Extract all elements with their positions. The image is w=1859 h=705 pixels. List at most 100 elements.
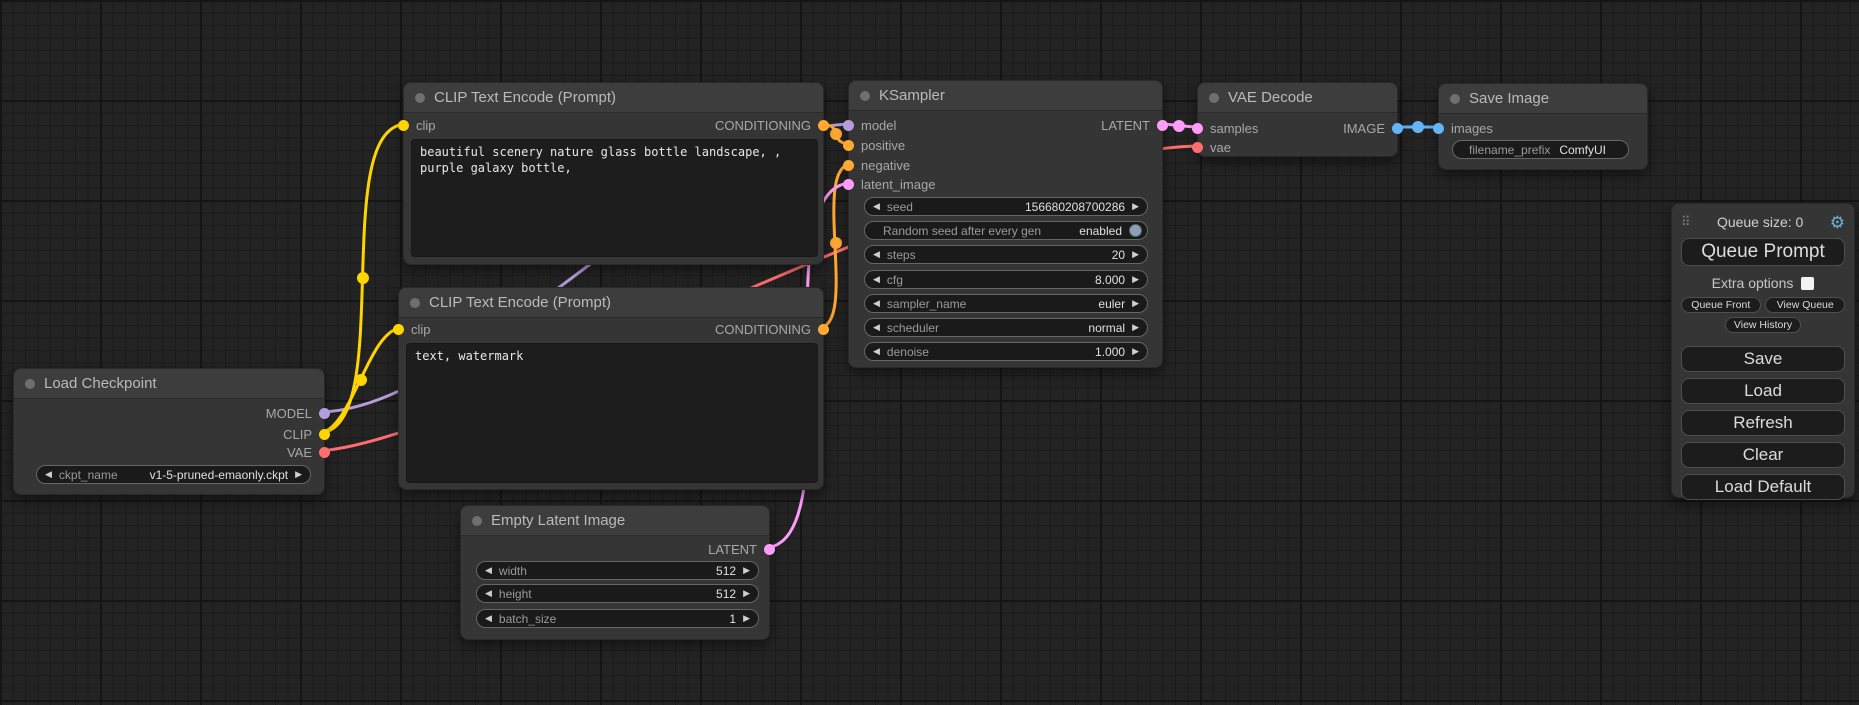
slot-image-output: IMAGE [1343, 118, 1403, 138]
latent-image-input-port[interactable] [843, 179, 854, 190]
scheduler-widget[interactable]: ◀ scheduler normal ▶ [864, 318, 1148, 337]
ckpt-name-widget[interactable]: ◀ ckpt_name v1-5-pruned-emaonly.ckpt ▶ [36, 465, 311, 484]
load-button[interactable]: Load [1681, 378, 1845, 404]
vae-input-port[interactable] [1192, 142, 1203, 153]
queue-prompt-button[interactable]: Queue Prompt [1681, 238, 1845, 266]
node-ksampler[interactable]: KSampler model positive negative latent_… [848, 80, 1163, 368]
node-save-image[interactable]: Save Image images filename_prefix ComfyU… [1438, 83, 1648, 170]
decrement-arrow-icon[interactable]: ◀ [873, 347, 880, 356]
slot-label: CONDITIONING [715, 322, 811, 337]
node-status-icon [415, 93, 425, 103]
node-graph-canvas[interactable]: Load Checkpoint MODEL CLIP VAE ◀ ckpt_na… [0, 0, 1859, 705]
model-output-port[interactable] [319, 408, 330, 419]
widget-label: batch_size [499, 612, 556, 626]
increment-arrow-icon[interactable]: ▶ [1132, 275, 1139, 284]
widget-label: filename_prefix [1469, 143, 1550, 157]
node-title-bar[interactable]: KSampler [849, 81, 1162, 111]
slot-latent-output: LATENT [708, 539, 775, 559]
positive-prompt-textarea[interactable]: beautiful scenery nature glass bottle la… [411, 139, 818, 257]
steps-widget[interactable]: ◀ steps 20 ▶ [864, 245, 1148, 264]
view-queue-button[interactable]: View Queue [1765, 297, 1845, 313]
widget-label: cfg [887, 273, 903, 287]
increment-arrow-icon[interactable]: ▶ [1132, 202, 1139, 211]
slot-label: MODEL [266, 406, 312, 421]
widget-label: denoise [887, 345, 929, 359]
increment-arrow-icon[interactable]: ▶ [743, 566, 750, 575]
random-seed-toggle-widget[interactable]: Random seed after every gen enabled [864, 221, 1148, 240]
node-clip-text-encode-positive[interactable]: CLIP Text Encode (Prompt) clip CONDITION… [403, 82, 824, 265]
toggle-knob-icon[interactable] [1129, 224, 1142, 237]
sampler-name-widget[interactable]: ◀ sampler_name euler ▶ [864, 294, 1148, 313]
decrement-arrow-icon[interactable]: ◀ [485, 589, 492, 598]
image-output-port[interactable] [1392, 123, 1403, 134]
wire-midpoint-dot [1173, 120, 1185, 132]
batch-size-widget[interactable]: ◀ batch_size 1 ▶ [476, 609, 759, 628]
slot-positive-input: positive [843, 135, 905, 155]
negative-prompt-textarea[interactable]: text, watermark [406, 343, 818, 483]
save-button[interactable]: Save [1681, 346, 1845, 372]
node-clip-text-encode-negative[interactable]: CLIP Text Encode (Prompt) clip CONDITION… [398, 287, 824, 490]
decrement-arrow-icon[interactable]: ◀ [873, 202, 880, 211]
node-title-bar[interactable]: CLIP Text Encode (Prompt) [404, 83, 823, 113]
clear-button[interactable]: Clear [1681, 442, 1845, 468]
decrement-arrow-icon[interactable]: ◀ [873, 299, 880, 308]
denoise-widget[interactable]: ◀ denoise 1.000 ▶ [864, 342, 1148, 361]
node-title-bar[interactable]: Empty Latent Image [461, 506, 769, 536]
decrement-arrow-icon[interactable]: ◀ [873, 250, 880, 259]
node-load-checkpoint[interactable]: Load Checkpoint MODEL CLIP VAE ◀ ckpt_na… [13, 368, 325, 495]
node-title-bar[interactable]: VAE Decode [1198, 83, 1397, 113]
filename-prefix-widget[interactable]: filename_prefix ComfyUI [1452, 140, 1629, 159]
queue-front-button[interactable]: Queue Front [1681, 297, 1761, 313]
increment-arrow-icon[interactable]: ▶ [743, 589, 750, 598]
node-status-icon [860, 91, 870, 101]
slot-vae-output: VAE [287, 442, 330, 462]
node-vae-decode[interactable]: VAE Decode samples vae IMAGE [1197, 82, 1398, 157]
clip-input-port[interactable] [393, 324, 404, 335]
node-title-bar[interactable]: Save Image [1439, 84, 1647, 114]
wire-midpoint-dot [355, 374, 367, 386]
clip-input-port[interactable] [398, 120, 409, 131]
node-title-bar[interactable]: CLIP Text Encode (Prompt) [399, 288, 823, 318]
slot-latent-image-input: latent_image [843, 174, 935, 194]
slot-label: images [1451, 121, 1493, 136]
drag-handle-icon[interactable]: ⠿ [1681, 214, 1691, 230]
increment-arrow-icon[interactable]: ▶ [295, 470, 302, 479]
load-default-button[interactable]: Load Default [1681, 474, 1845, 500]
conditioning-output-port[interactable] [818, 324, 829, 335]
increment-arrow-icon[interactable]: ▶ [1132, 299, 1139, 308]
samples-input-port[interactable] [1192, 123, 1203, 134]
model-input-port[interactable] [843, 120, 854, 131]
positive-input-port[interactable] [843, 140, 854, 151]
decrement-arrow-icon[interactable]: ◀ [485, 614, 492, 623]
refresh-button[interactable]: Refresh [1681, 410, 1845, 436]
decrement-arrow-icon[interactable]: ◀ [485, 566, 492, 575]
increment-arrow-icon[interactable]: ▶ [1132, 250, 1139, 259]
conditioning-output-port[interactable] [818, 120, 829, 131]
settings-gear-icon[interactable]: ⚙ [1830, 214, 1845, 231]
clip-output-port[interactable] [319, 429, 330, 440]
seed-widget[interactable]: ◀ seed 156680208700286 ▶ [864, 197, 1148, 216]
negative-input-port[interactable] [843, 160, 854, 171]
latent-output-port[interactable] [764, 544, 775, 555]
node-empty-latent-image[interactable]: Empty Latent Image LATENT ◀ width 512 ▶ … [460, 505, 770, 640]
queue-size-label: Queue size: 0 [1691, 214, 1830, 230]
latent-output-port[interactable] [1157, 120, 1168, 131]
widget-value: euler [1098, 297, 1125, 311]
decrement-arrow-icon[interactable]: ◀ [45, 470, 52, 479]
cfg-widget[interactable]: ◀ cfg 8.000 ▶ [864, 270, 1148, 289]
extra-options-checkbox[interactable] [1801, 277, 1814, 290]
decrement-arrow-icon[interactable]: ◀ [873, 323, 880, 332]
wire-midpoint-dot [830, 128, 842, 140]
widget-value: 8.000 [1095, 273, 1125, 287]
view-history-button[interactable]: View History [1725, 317, 1801, 333]
images-input-port[interactable] [1433, 123, 1444, 134]
node-title-bar[interactable]: Load Checkpoint [14, 369, 324, 399]
decrement-arrow-icon[interactable]: ◀ [873, 275, 880, 284]
slot-negative-input: negative [843, 155, 910, 175]
height-widget[interactable]: ◀ height 512 ▶ [476, 584, 759, 603]
increment-arrow-icon[interactable]: ▶ [1132, 323, 1139, 332]
increment-arrow-icon[interactable]: ▶ [1132, 347, 1139, 356]
width-widget[interactable]: ◀ width 512 ▶ [476, 561, 759, 580]
vae-output-port[interactable] [319, 447, 330, 458]
increment-arrow-icon[interactable]: ▶ [743, 614, 750, 623]
